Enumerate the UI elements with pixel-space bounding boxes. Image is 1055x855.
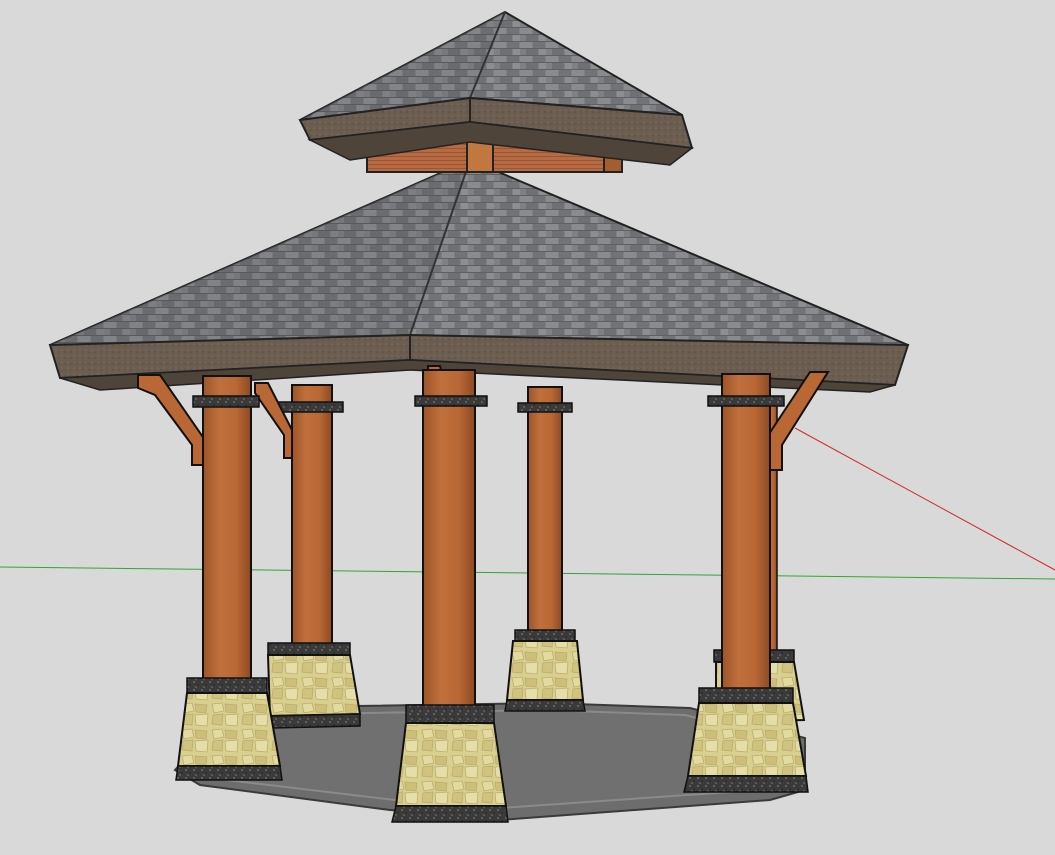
post-front-center — [391, 369, 509, 823]
main-roof — [48, 158, 910, 393]
bracket-back-left — [254, 382, 293, 459]
gazebo-scene — [0, 10, 1055, 823]
bracket-left — [137, 374, 206, 466]
red-axis-line — [794, 427, 1055, 571]
top-roof — [298, 10, 694, 166]
post-front-right — [683, 373, 809, 793]
post-back-right — [504, 386, 586, 712]
post-back-left — [266, 384, 362, 729]
